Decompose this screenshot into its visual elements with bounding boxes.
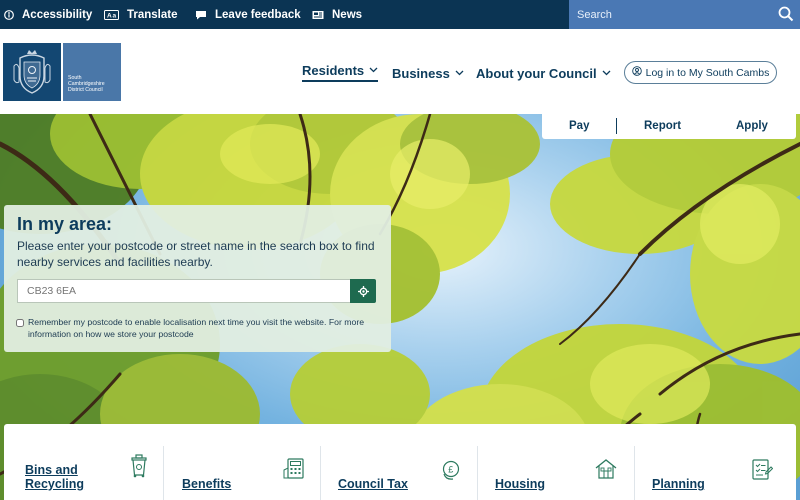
utility-bar: Accessibility Aa Translate Leave feedbac…: [0, 0, 800, 29]
search-input[interactable]: [569, 0, 769, 29]
service-bins-recycling[interactable]: Bins and Recycling: [25, 446, 163, 500]
postcode-search: [17, 279, 376, 303]
accessibility-icon: [4, 9, 14, 20]
divider: [634, 446, 635, 500]
remember-postcode-label: Remember my postcode to enable localisat…: [28, 317, 365, 339]
house-icon: [595, 459, 617, 479]
logo-text: South Cambridgeshire District Council: [63, 43, 121, 101]
service-label-line-1: Planning: [652, 477, 705, 491]
chevron-down-icon: [369, 67, 378, 73]
translate-label: Translate: [127, 8, 178, 21]
search-box: [569, 0, 800, 29]
service-label: Planning: [652, 477, 705, 491]
service-housing[interactable]: Housing: [477, 446, 634, 500]
quick-links-bar: Pay Report Apply: [542, 114, 796, 139]
service-label-line-1: Housing: [495, 477, 545, 491]
nav-about-label: About your Council: [476, 65, 597, 81]
login-label: Log in to My South Cambs: [645, 66, 770, 79]
checklist-icon: [752, 459, 773, 480]
in-my-area-panel: In my area: Please enter your postcode o…: [4, 205, 391, 352]
nav-residents-label: Residents: [302, 62, 365, 78]
remember-postcode-checkbox[interactable]: [16, 319, 24, 327]
postcode-input[interactable]: [17, 279, 351, 303]
nav-about-council[interactable]: About your Council: [476, 63, 611, 83]
news-link[interactable]: News: [312, 0, 362, 29]
service-label: Council Tax: [338, 477, 408, 491]
service-benefits[interactable]: Benefits: [163, 446, 320, 500]
remember-postcode: Remember my postcode to enable localisat…: [16, 317, 376, 340]
quick-link-report[interactable]: Report: [644, 120, 681, 132]
panel-description: Please enter your postcode or street nam…: [17, 239, 375, 269]
nav-business-label: Business: [392, 65, 450, 81]
accessibility-label: Accessibility: [22, 8, 93, 21]
service-label: Housing: [495, 477, 545, 491]
quick-link-pay[interactable]: Pay: [569, 120, 589, 132]
site-header: South Cambridgeshire District Council Re…: [0, 29, 800, 114]
user-icon: [631, 66, 642, 79]
service-label: Benefits: [182, 477, 231, 491]
translate-link[interactable]: Aa Translate: [104, 0, 178, 29]
translate-icon: Aa: [104, 9, 119, 20]
bin-icon: [131, 454, 147, 478]
chevron-down-icon: [602, 70, 611, 76]
svg-text:a: a: [113, 12, 117, 19]
panel-title: In my area:: [17, 214, 113, 234]
chevron-down-icon: [455, 70, 464, 76]
divider: [616, 118, 617, 134]
quick-link-apply[interactable]: Apply: [736, 120, 768, 132]
logo-line-3: District Council: [68, 87, 103, 93]
nav-residents[interactable]: Residents: [302, 62, 379, 82]
crosshair-icon: [357, 285, 369, 297]
service-label-line-2: Recycling: [25, 477, 85, 491]
feedback-label: Leave feedback: [215, 8, 301, 21]
service-planning[interactable]: Planning: [634, 446, 796, 500]
speech-bubble-icon: [195, 10, 207, 20]
divider: [477, 446, 478, 500]
accessibility-link[interactable]: Accessibility: [4, 0, 92, 29]
news-label: News: [332, 8, 363, 21]
svg-text:A: A: [107, 12, 112, 19]
feedback-link[interactable]: Leave feedback: [195, 0, 301, 29]
coins-icon: £: [442, 460, 460, 480]
service-label-line-1: Council Tax: [338, 477, 408, 491]
calculator-icon: [283, 458, 304, 479]
login-button[interactable]: Log in to My South Cambs: [624, 61, 777, 84]
search-icon[interactable]: [778, 6, 794, 22]
service-label: Bins and Recycling: [25, 463, 84, 491]
council-logo[interactable]: South Cambridgeshire District Council: [3, 43, 121, 101]
service-label-line-1: Benefits: [182, 477, 232, 491]
newspaper-icon: [312, 10, 324, 20]
divider: [320, 446, 321, 500]
service-council-tax[interactable]: Council Tax £: [320, 446, 477, 500]
services-strip: Bins and Recycling Benefits Council Tax: [4, 424, 796, 500]
crest-icon: [3, 43, 61, 101]
nav-business[interactable]: Business: [392, 63, 464, 83]
svg-text:£: £: [448, 465, 453, 475]
service-label-line-1: Bins and: [25, 463, 78, 477]
locate-button[interactable]: [350, 279, 376, 303]
divider: [163, 446, 164, 500]
